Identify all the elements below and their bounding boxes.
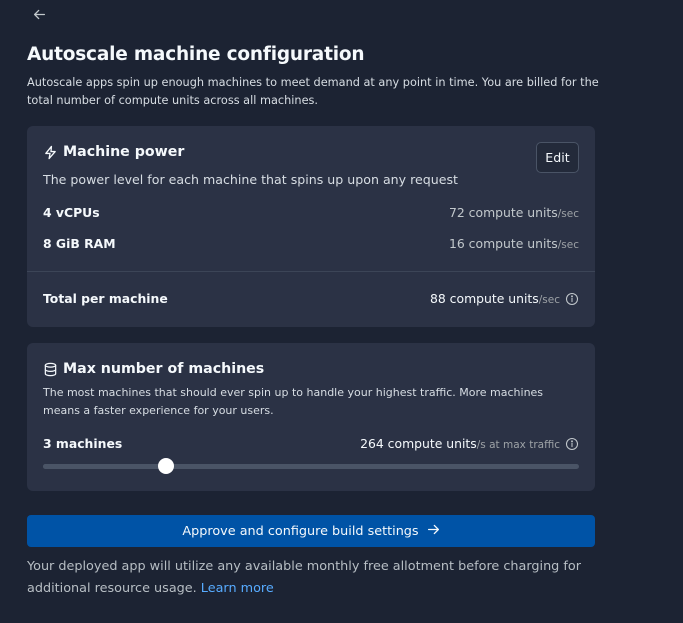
- vcpu-row: 4 vCPUs 72 compute units/sec: [43, 205, 579, 220]
- ram-row: 8 GiB RAM 16 compute units/sec: [43, 236, 579, 251]
- max-machines-subtitle: The most machines that should ever spin …: [43, 386, 544, 417]
- arrow-right-icon: [427, 523, 440, 540]
- divider: [27, 271, 595, 272]
- vcpu-compute-units: 72 compute units/sec: [448, 205, 579, 220]
- max-machines-card: Max number of machines The most machines…: [27, 343, 595, 491]
- slider-thumb[interactable]: [158, 458, 175, 474]
- machine-power-subtitle: The power level for each machine that sp…: [43, 172, 458, 187]
- slider-fill: [43, 464, 167, 469]
- database-icon: [43, 362, 58, 377]
- page-title: Autoscale machine configuration: [27, 44, 365, 65]
- vcpu-label: 4 vCPUs: [43, 205, 100, 220]
- total-row: Total per machine 88 compute units/sec: [43, 291, 579, 306]
- page-description: Autoscale apps spin up enough machines t…: [27, 76, 599, 107]
- edit-button[interactable]: Edit: [536, 142, 579, 173]
- machines-count-row: 3 machines 264 compute units/s at max tr…: [43, 436, 579, 451]
- machine-power-title: Machine power: [63, 144, 185, 160]
- total-label: Total per machine: [43, 291, 168, 306]
- approve-button-label: Approve and configure build settings: [182, 523, 419, 539]
- lightning-icon: [43, 145, 58, 160]
- footer-note: Your deployed app will utilize any avail…: [27, 559, 581, 596]
- back-arrow-icon[interactable]: [30, 5, 48, 23]
- approve-button[interactable]: Approve and configure build settings: [27, 515, 595, 547]
- machines-count-label: 3 machines: [43, 436, 123, 451]
- ram-compute-units: 16 compute units/sec: [448, 236, 579, 251]
- info-icon[interactable]: [565, 437, 579, 451]
- max-machines-title: Max number of machines: [63, 361, 265, 377]
- max-traffic-compute-units: 264 compute units/s at max traffic: [360, 436, 560, 451]
- machine-power-card: Machine power Edit The power level for e…: [27, 126, 595, 327]
- max-machines-slider[interactable]: [43, 458, 579, 474]
- ram-label: 8 GiB RAM: [43, 236, 116, 251]
- machine-power-heading: Machine power: [43, 144, 184, 160]
- autoscale-config-page: Autoscale machine configuration Autoscal…: [0, 0, 683, 623]
- learn-more-link[interactable]: Learn more: [201, 581, 274, 596]
- info-icon[interactable]: [565, 292, 579, 306]
- total-compute-units: 88 compute units/sec: [429, 291, 560, 306]
- max-machines-heading: Max number of machines: [43, 361, 264, 377]
